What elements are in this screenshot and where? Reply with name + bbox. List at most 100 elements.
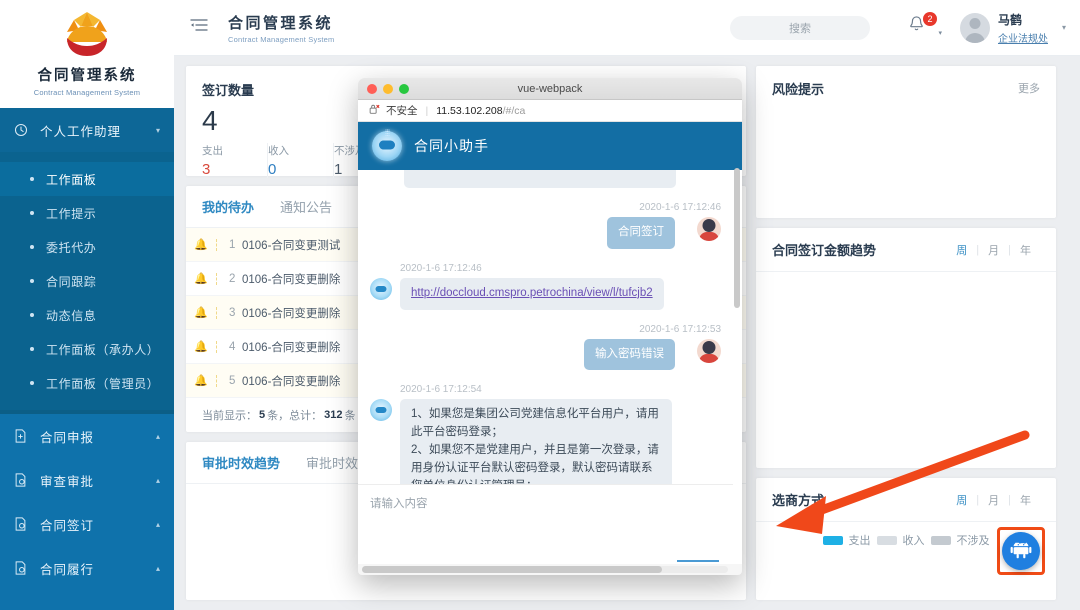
sidebar-item-delegate[interactable]: 委托代办 <box>0 230 174 264</box>
doccloud-link[interactable]: http://doccloud.cmspro.petrochina/view/l… <box>411 287 653 299</box>
stat-label: 收入 <box>268 145 289 157</box>
doc-run-icon <box>14 561 34 575</box>
chat-horizontal-scrollbar[interactable] <box>362 566 728 573</box>
notification-badge: 2 <box>922 11 937 26</box>
bot-avatar-icon: ⁞⁞⁞ <box>372 128 402 161</box>
bell-small-icon: 🔔 <box>194 375 208 387</box>
sidebar-item-work-tips[interactable]: 工作提示 <box>0 196 174 230</box>
footer-total: 312 <box>324 409 343 421</box>
user-menu[interactable]: 马鹤 企业法规处 ▾ <box>959 11 1066 45</box>
sidebar-group-declare[interactable]: 合同申报 ▴ <box>0 414 174 458</box>
sidebar-item-work-panel[interactable]: 工作面板 <box>0 162 174 196</box>
user-info: 马鹤 企业法规处 <box>998 11 1048 45</box>
red-arrow-icon <box>740 430 1030 555</box>
robot-assistant-button[interactable] <box>1002 532 1040 570</box>
sidebar-group-personal[interactable]: 个人工作助理 ▾ <box>0 108 174 152</box>
dashboard-icon <box>14 123 34 137</box>
tab-my-todo[interactable]: 我的待办 <box>202 197 254 216</box>
message-bubble <box>404 170 676 188</box>
row-index: 1 <box>216 238 242 251</box>
row-index: 4 <box>216 340 242 353</box>
sidebar-group-label: 个人工作助理 <box>40 124 122 139</box>
period-month[interactable]: 月 <box>979 242 1008 258</box>
message-row: 输入密码错误 <box>370 338 721 371</box>
page-title-main: 合同管理系统 <box>228 14 334 32</box>
chevron-down-icon: ▾ <box>1061 23 1066 32</box>
search-input[interactable]: 搜索 <box>729 15 870 40</box>
user-avatar-icon <box>697 217 721 241</box>
notification-bell[interactable]: 2 ▾ <box>908 11 942 41</box>
message-time: 2020-1-6 17:12:53 <box>639 323 721 335</box>
footer-suffix: 条 <box>344 410 356 422</box>
sublist-spacer <box>0 152 174 162</box>
sidebar-item-label: 动态信息 <box>46 308 97 323</box>
stat-value: 0 <box>268 161 277 178</box>
row-index: 5 <box>216 374 242 387</box>
search-placeholder: 搜索 <box>788 22 811 35</box>
topbar: 合同管理系统 Contract Management System 搜索 2 ▾… <box>174 0 1080 56</box>
sidebar-item-label: 工作面板（管理员） <box>46 376 160 391</box>
send-button-underline[interactable] <box>677 560 719 562</box>
message-meta-row: 2020-1-6 17:12:46 <box>370 202 721 217</box>
chat-messages[interactable]: 2020-1-6 17:12:46 合同签订 2020-1-6 17:12:46… <box>358 170 733 484</box>
sidebar-group-label: 合同履行 <box>40 562 95 577</box>
sidebar-item-work-panel-admin[interactable]: 工作面板（管理员） <box>0 366 174 400</box>
period-week[interactable]: 周 <box>947 242 976 258</box>
collapse-menu-icon[interactable] <box>190 17 210 38</box>
sidebar-sublist-personal: 工作面板 工作提示 委托代办 合同跟踪 动态信息 工作面板（承办人） 工作面板（… <box>0 152 174 410</box>
bot-avatar-icon <box>370 277 392 300</box>
message-time: 2020-1-6 17:12:54 <box>400 384 482 396</box>
message-bubble: http://doccloud.cmspro.petrochina/view/l… <box>400 277 664 310</box>
sublist-spacer <box>0 400 174 410</box>
sidebar-group-label: 合同申报 <box>40 430 95 445</box>
message-row: 合同签订 <box>370 217 721 249</box>
chat-header: ⁞⁞⁞ 合同小助手 <box>358 122 742 170</box>
robot-assistant-highlight <box>997 527 1045 575</box>
message-row: http://doccloud.cmspro.petrochina/view/l… <box>370 277 721 310</box>
user-department: 企业法规处 <box>997 33 1048 45</box>
doc-sign-icon <box>14 517 34 531</box>
browser-urlbar[interactable]: 不安全 | 11.53.102.208 /#/ca <box>358 100 742 122</box>
sidebar-item-label: 工作面板（承办人） <box>46 342 160 357</box>
message-bubble: 合同签订 <box>607 217 675 249</box>
message-meta-row: 2020-1-6 17:12:53 <box>370 324 721 339</box>
more-link[interactable]: 更多 <box>1018 80 1040 96</box>
sidebar-group-review[interactable]: 审查审批 ▴ <box>0 458 174 502</box>
bell-small-icon: 🔔 <box>194 239 208 251</box>
brand-subtitle: Contract Management System <box>33 88 141 97</box>
url-divider: | <box>425 104 429 117</box>
chat-popup-window: vue-webpack 不安全 | 11.53.102.208 /#/ca ⁞⁞… <box>358 78 742 575</box>
sidebar-group-label: 合同签订 <box>40 518 95 533</box>
message-cut-off <box>370 170 721 188</box>
message-bubble: 输入密码错误 <box>584 338 675 371</box>
bell-small-icon: 🔔 <box>194 307 208 319</box>
message-time: 2020-1-6 17:12:46 <box>400 262 482 274</box>
window-titlebar[interactable]: vue-webpack <box>358 78 742 100</box>
message-bot-link: 2020-1-6 17:12:46 http://doccloud.cmspro… <box>370 263 721 310</box>
bullet-icon <box>30 381 34 385</box>
tab-notices[interactable]: 通知公告 <box>280 197 332 216</box>
message-time: 2020-1-6 17:12:46 <box>639 202 721 213</box>
sidebar-item-label: 委托代办 <box>46 240 97 255</box>
period-switch: 周 | 月 | 年 <box>947 242 1040 258</box>
period-year[interactable]: 年 <box>1011 242 1040 258</box>
card-title: 风险提示 <box>772 81 825 97</box>
chevron-up-icon: ▴ <box>155 431 160 441</box>
sidebar-group-sign[interactable]: 合同签订 ▴ <box>0 502 174 546</box>
petrochina-logo-icon <box>60 10 114 60</box>
brand-block: 合同管理系统 Contract Management System <box>0 0 174 108</box>
sidebar-item-contract-track[interactable]: 合同跟踪 <box>0 264 174 298</box>
risk-card-head: 风险提示 更多 <box>756 66 1056 110</box>
page-title-sub: Contract Management System <box>228 34 335 44</box>
sidebar-item-work-panel-handler[interactable]: 工作面板（承办人） <box>0 332 174 366</box>
bullet-icon <box>30 279 34 283</box>
chat-body: ⁞⁞⁞ 合同小助手 2020-1-6 17:12:46 合同签订 2020-1-… <box>358 122 742 564</box>
sidebar-group-perform[interactable]: 合同履行 ▴ <box>0 546 174 590</box>
sidebar-item-dynamic-info[interactable]: 动态信息 <box>0 298 174 332</box>
row-index: 2 <box>216 272 242 285</box>
tab-approval-trend[interactable]: 审批时效趋势 <box>202 453 280 472</box>
stat-income: 收入 0 <box>268 143 334 178</box>
chat-input[interactable]: 请输入内容 <box>358 484 733 564</box>
stat-expense: 支出 3 <box>202 143 268 178</box>
chevron-up-icon: ▴ <box>155 519 160 529</box>
